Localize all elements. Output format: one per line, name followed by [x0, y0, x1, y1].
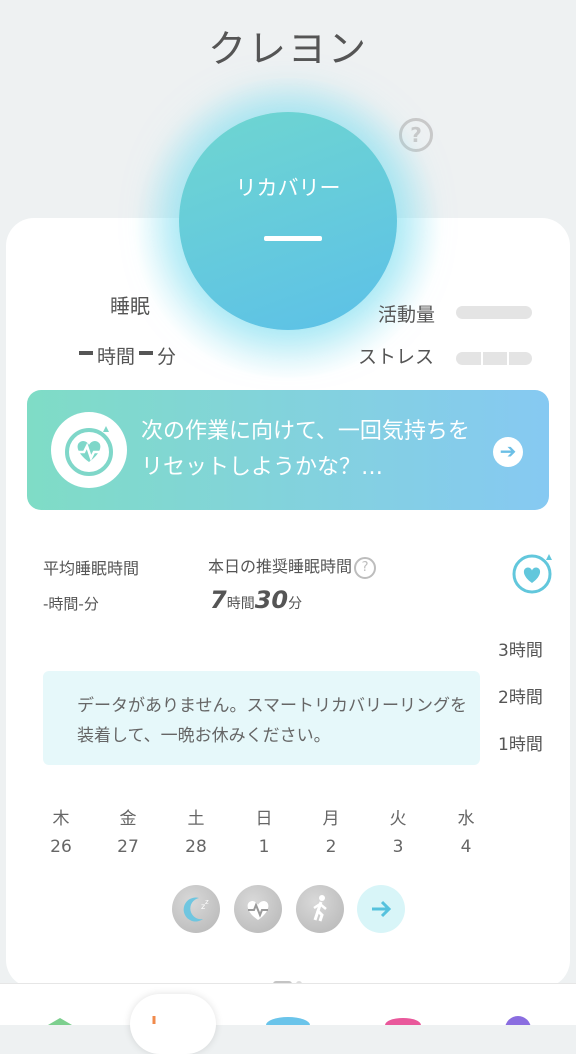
day-of-week: 日 — [255, 809, 273, 829]
minutes-dash — [139, 350, 154, 355]
svg-text:z: z — [205, 898, 209, 906]
day-of-week: 水 — [457, 809, 475, 829]
day-date: 2 — [325, 837, 337, 857]
active-tab[interactable] — [130, 994, 216, 1054]
recommended-sleep-label: 本日の推奨睡眠時間? — [208, 553, 377, 579]
recovery-orb[interactable]: リカバリー — [179, 112, 397, 330]
recommended-sleep-value: 7時間30分 — [210, 586, 302, 614]
y-tick-3h: 3時間 — [498, 641, 543, 661]
heart-refresh-icon — [51, 412, 127, 488]
day-column[interactable]: 日1 — [244, 805, 284, 861]
y-tick-1h: 1時間 — [498, 735, 543, 755]
app-title: クレヨン — [207, 27, 368, 71]
heart-rate-button[interactable] — [234, 885, 282, 933]
stress-bar-segment-2 — [483, 352, 507, 365]
y-tick-2h: 2時間 — [498, 688, 543, 708]
activity-bar — [456, 306, 532, 319]
avg-sleep-value: -時間-分 — [43, 595, 99, 613]
day-date: 27 — [117, 837, 139, 857]
rec-minutes: 30 — [254, 586, 289, 614]
walking-icon — [313, 895, 327, 922]
day-of-week: 月 — [322, 809, 340, 829]
stress-bar-segment-1 — [456, 352, 481, 365]
recovery-label: リカバリー — [235, 176, 341, 200]
recommended-sleep-text: 本日の推奨睡眠時間 — [208, 557, 353, 576]
bottom-tab-bar — [0, 983, 576, 1025]
chart-tab-icon — [152, 1016, 156, 1024]
day-date: 28 — [185, 837, 207, 857]
no-data-notice: データがありません。スマートリカバリーリングを装着して、一晩お休みください。 — [43, 671, 480, 765]
day-column[interactable]: 土 28 — [176, 805, 216, 861]
activity-label: 活動量 — [378, 304, 436, 326]
rec-hours: 7 — [210, 586, 227, 614]
hours-dash — [79, 350, 93, 355]
day-date: 4 — [460, 837, 472, 857]
day-column[interactable]: 水4 — [446, 805, 486, 861]
next-button[interactable] — [357, 885, 405, 933]
day-of-week: 火 — [389, 809, 407, 829]
heart-refresh-icon[interactable] — [511, 552, 553, 594]
sleep-label: 睡眠 — [110, 294, 150, 318]
day-date: 26 — [50, 837, 72, 857]
sleep-mode-button[interactable]: z z — [172, 885, 220, 933]
banner-text: 次の作業に向けて、一回気持ちをリセットしようかな？… — [141, 419, 470, 480]
help-icon-small[interactable]: ? — [354, 556, 377, 579]
day-column[interactable]: 木 26 — [41, 805, 81, 861]
arrow-right-icon[interactable]: ➔ — [493, 437, 523, 467]
rec-hours-unit: 時間 — [226, 596, 255, 612]
reset-suggestion-banner[interactable]: 次の作業に向けて、一回気持ちをリセットしようかな？… ➔ — [27, 390, 549, 510]
day-column[interactable]: 火3 — [378, 805, 418, 861]
stress-bar-segment-3 — [509, 352, 532, 365]
sleep-value: 時間分 — [75, 342, 176, 369]
arrow-right-icon — [372, 900, 392, 918]
activity-button[interactable] — [296, 885, 344, 933]
day-date: 1 — [258, 837, 270, 857]
day-of-week: 木 — [52, 809, 70, 829]
minutes-unit: 分 — [157, 346, 177, 368]
stress-label: ストレス — [358, 346, 435, 368]
day-of-week: 金 — [119, 809, 137, 829]
day-column[interactable]: 金 27 — [108, 805, 148, 861]
no-data-text: データがありません。スマートリカバリーリングを装着して、一晩お休みください。 — [77, 696, 467, 746]
heart-pulse-icon — [247, 901, 269, 920]
rec-minutes-unit: 分 — [288, 596, 303, 612]
moon-icon: z z — [183, 897, 209, 922]
day-of-week: 土 — [187, 809, 205, 829]
recovery-value-dash — [264, 236, 322, 241]
day-date: 3 — [392, 837, 404, 857]
avg-sleep-label: 平均睡眠時間 — [43, 559, 140, 578]
day-column[interactable]: 月2 — [311, 805, 351, 861]
hours-unit: 時間 — [97, 346, 136, 368]
